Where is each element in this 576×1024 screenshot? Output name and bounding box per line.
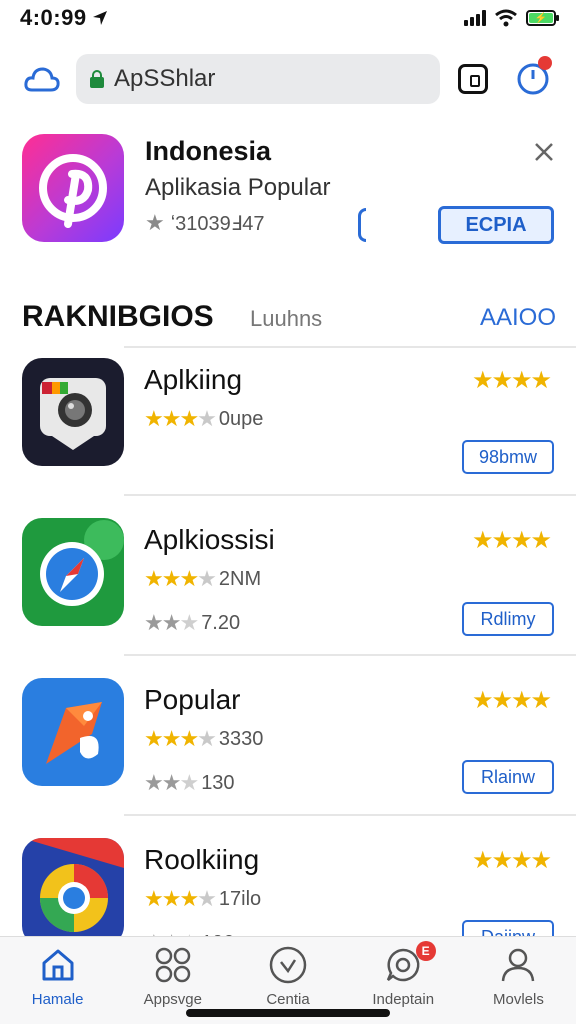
rating-line: ★★★★ 3330 (144, 726, 263, 752)
wifi-icon (495, 9, 517, 27)
get-button[interactable]: Rdlimy (462, 602, 554, 636)
lock-icon (90, 70, 104, 88)
section-title: RAKNIBGIOS (22, 300, 214, 333)
bracket-mark (358, 208, 366, 242)
rating-count: 17ilo (218, 887, 262, 910)
battery-charging-icon: ⚡ (526, 10, 559, 26)
tab-label: Indeptain (372, 991, 435, 1008)
star-rating-icon: ★★★ (144, 610, 199, 635)
cloud-icon[interactable] (22, 60, 62, 100)
app-name: Popular (144, 684, 241, 715)
secondary-count: 7.20 (201, 611, 241, 634)
status-time-group: 4:0:99 (20, 5, 109, 31)
featured-rating: ★ ʻ31039Ⅎ47 (145, 210, 265, 236)
close-icon[interactable] (532, 140, 556, 164)
tab-label: Hamale (31, 991, 84, 1008)
featured-rating-text: ʻ31039Ⅎ47 (170, 212, 265, 235)
location-arrow-icon (92, 11, 107, 25)
star-rating-icon: ★★★★ (144, 886, 217, 911)
divider (124, 814, 576, 816)
tab-profile[interactable]: Movlels (461, 937, 576, 1024)
compass-app-icon (22, 518, 124, 626)
app-name: Aplkiossisi (144, 524, 275, 555)
app-name: Aplkiing (144, 364, 243, 395)
cellular-signal-icon (464, 10, 486, 26)
tab-label: Movlels (492, 991, 544, 1008)
featured-get-button[interactable]: ECPIA (438, 206, 554, 244)
notification-dot (538, 56, 552, 70)
profile-icon (502, 948, 535, 982)
featured-title: Indonesia (145, 136, 272, 166)
tab-home[interactable]: Hamale (0, 937, 115, 1024)
app-name: Roolkiing (144, 844, 260, 875)
address-bar[interactable]: ApSShlar (76, 54, 440, 104)
star-rating-icon: ★★★★ (144, 566, 217, 591)
featured-app-banner[interactable]: Indonesia Aplikasia Popular ★ ʻ31039Ⅎ47 … (0, 134, 576, 254)
star-rating-icon: ★★★★ (144, 726, 217, 751)
browser-top-bar: ApSShlar (0, 54, 576, 108)
section-see-all-link[interactable]: AAIOO (480, 304, 556, 332)
notification-badge: E (415, 941, 436, 961)
star-icon: ★ (145, 210, 165, 235)
home-icon (42, 949, 74, 981)
get-button[interactable]: Rlainw (462, 760, 554, 794)
browser-app-icon (22, 838, 124, 946)
star-rating-icon: ★★★ (144, 770, 199, 795)
status-icons: ⚡ (464, 9, 559, 27)
star-rating-icon: ★★★★ (472, 847, 552, 874)
featured-subtitle: Aplikasia Popular (145, 174, 331, 201)
get-button[interactable]: 98bmw (462, 440, 554, 474)
pinterest-app-icon (22, 134, 124, 242)
tabs-button[interactable] (458, 64, 488, 94)
list-item[interactable]: Aplkiing ★★★★ 0upe ★★★★ 98bmw (0, 348, 576, 496)
list-item[interactable]: Popular ★★★★ 3330 ★★★ 130 ★★★★ Rlainw (0, 668, 576, 816)
home-indicator[interactable] (186, 1009, 390, 1017)
divider (124, 494, 576, 496)
rating-count: 0upe (218, 407, 264, 430)
ranking-section-header: RAKNIBGIOS Luuhns AAIOO (0, 296, 576, 346)
status-bar: 4:0:99 ⚡ (0, 0, 576, 36)
section-tab[interactable]: Luuhns (250, 306, 322, 332)
rating-line: ★★★★ 2NM (144, 566, 261, 592)
star-rating-icon: ★★★★ (144, 406, 217, 431)
rating-line: ★★★★ 17ilo (144, 886, 261, 912)
address-text: ApSShlar (114, 65, 216, 92)
rating-line: ★★★★ 0upe (144, 406, 263, 432)
star-rating-icon: ★★★★ (472, 367, 552, 394)
rating-count: 3330 (218, 727, 264, 750)
apps-grid-icon (155, 947, 191, 983)
secondary-rating-line: ★★★ 7.20 (144, 610, 240, 636)
tab-label: Appsvge (143, 991, 202, 1008)
secondary-count: 130 (201, 771, 235, 794)
secondary-rating-line: ★★★ 130 (144, 770, 235, 796)
check-circle-icon (269, 946, 307, 984)
rating-count: 2NM (218, 567, 262, 590)
list-item[interactable]: Aplkiossisi ★★★★ 2NM ★★★ 7.20 ★★★★ Rdlim… (0, 508, 576, 656)
status-time: 4:0:99 (20, 5, 87, 30)
rocket-app-icon (22, 678, 124, 786)
star-rating-icon: ★★★★ (472, 687, 552, 714)
camera-app-icon (22, 358, 124, 466)
divider (124, 654, 576, 656)
star-rating-icon: ★★★★ (472, 527, 552, 554)
tab-label: Centia (266, 991, 310, 1008)
